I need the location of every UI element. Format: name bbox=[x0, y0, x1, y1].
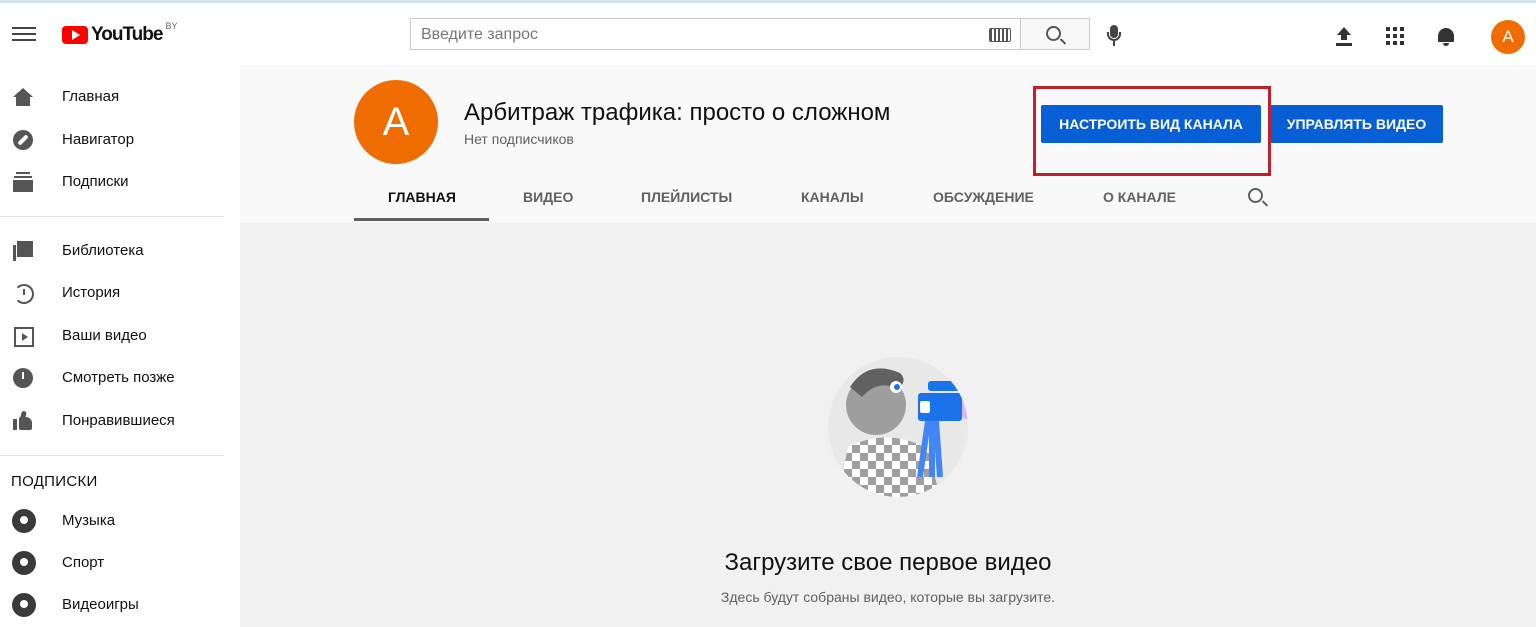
library-icon bbox=[12, 241, 34, 261]
youtube-logo[interactable]: YouTube BY bbox=[62, 21, 178, 47]
sidebar-item-label: Смотреть позже bbox=[62, 369, 175, 386]
upload-icon[interactable] bbox=[1335, 27, 1353, 47]
search-icon bbox=[1248, 188, 1263, 203]
tab-videos[interactable]: ВИДЕО bbox=[523, 189, 573, 205]
logo-region: BY bbox=[165, 21, 178, 31]
channel-search-button[interactable] bbox=[1248, 188, 1266, 206]
subscriptions-icon bbox=[12, 172, 34, 192]
sidebar-item-subscriptions[interactable]: Подписки bbox=[0, 162, 240, 202]
empty-state-title: Загрузите свое первое видео bbox=[724, 549, 1052, 576]
sport-channel-icon bbox=[12, 551, 36, 575]
sidebar-item-label: Библиотека bbox=[62, 242, 144, 259]
youtube-play-icon bbox=[62, 26, 88, 44]
logo-text: YouTube bbox=[91, 24, 163, 45]
masthead: YouTube BY А bbox=[0, 3, 1536, 65]
search-icon bbox=[1046, 26, 1061, 41]
sidebar-subscription-sport[interactable]: Спорт bbox=[0, 543, 240, 583]
sidebar-item-label: Спорт bbox=[62, 554, 105, 571]
main-content: А Арбитраж трафика: просто о сложном Нет… bbox=[240, 65, 1536, 627]
sidebar-item-watch-later[interactable]: Смотреть позже bbox=[0, 358, 240, 398]
sidebar-item-explore[interactable]: Навигатор bbox=[0, 120, 240, 160]
compass-icon bbox=[12, 130, 34, 150]
sidebar-item-history[interactable]: История bbox=[0, 273, 240, 313]
sidebar-item-label: Ваши видео bbox=[62, 327, 147, 344]
sidebar-subscription-music[interactable]: Музыка bbox=[0, 501, 240, 541]
notifications-bell-icon[interactable] bbox=[1437, 25, 1455, 47]
search-bar bbox=[410, 18, 1090, 50]
search-box bbox=[410, 18, 1021, 50]
sidebar-item-home[interactable]: Главная bbox=[0, 77, 240, 117]
sidebar-item-label: Подписки bbox=[62, 173, 129, 190]
account-avatar[interactable]: А bbox=[1491, 20, 1525, 54]
subscriber-count: Нет подписчиков bbox=[464, 131, 574, 147]
tab-discussion[interactable]: ОБСУЖДЕНИЕ bbox=[933, 189, 1034, 205]
tab-channels[interactable]: КАНАЛЫ bbox=[801, 189, 864, 205]
active-tab-indicator bbox=[354, 218, 489, 221]
sidebar-item-your-videos[interactable]: Ваши видео bbox=[0, 316, 240, 356]
sidebar-divider bbox=[0, 216, 224, 217]
channel-title: Арбитраж трафика: просто о сложном bbox=[464, 99, 891, 126]
watch-later-icon bbox=[12, 368, 34, 388]
sidebar-item-label: Понравившиеся bbox=[62, 412, 175, 429]
sidebar-item-label: История bbox=[62, 284, 121, 301]
search-button[interactable] bbox=[1020, 18, 1090, 50]
home-icon bbox=[12, 87, 34, 107]
apps-grid-icon[interactable] bbox=[1386, 27, 1404, 45]
sidebar-subscription-gaming[interactable]: Видеоигры bbox=[0, 585, 240, 625]
sidebar-item-liked[interactable]: Понравившиеся bbox=[0, 401, 240, 441]
sidebar-divider bbox=[0, 455, 224, 456]
history-icon bbox=[12, 283, 34, 304]
empty-state-subtitle: Здесь будут собраны видео, которые вы за… bbox=[720, 589, 1056, 605]
tab-playlists[interactable]: ПЛЕЙЛИСТЫ bbox=[641, 189, 732, 205]
tab-about[interactable]: О КАНАЛЕ bbox=[1103, 189, 1176, 205]
sidebar: Главная Навигатор Подписки Библиотека Ис… bbox=[0, 65, 240, 627]
sidebar-item-label: Главная bbox=[62, 88, 120, 105]
music-channel-icon bbox=[12, 509, 36, 533]
your-videos-icon bbox=[12, 326, 34, 347]
tab-home[interactable]: ГЛАВНАЯ bbox=[388, 189, 456, 205]
menu-icon[interactable] bbox=[12, 23, 36, 43]
subscriptions-heading: ПОДПИСКИ bbox=[11, 473, 98, 490]
videographer-illustration bbox=[828, 357, 968, 497]
microphone-icon[interactable] bbox=[1107, 25, 1121, 47]
sidebar-item-label: Музыка bbox=[62, 512, 116, 529]
channel-header: А Арбитраж трафика: просто о сложном Нет… bbox=[240, 65, 1536, 223]
sidebar-item-library[interactable]: Библиотека bbox=[0, 231, 240, 271]
manage-videos-button[interactable]: УПРАВЛЯТЬ ВИДЕО bbox=[1270, 105, 1443, 143]
gaming-channel-icon bbox=[12, 593, 36, 617]
search-input[interactable] bbox=[419, 24, 983, 46]
thumbs-up-icon bbox=[12, 410, 34, 431]
channel-avatar[interactable]: А bbox=[354, 80, 438, 164]
sidebar-item-label: Навигатор bbox=[62, 131, 135, 148]
customize-channel-button[interactable]: НАСТРОИТЬ ВИД КАНАЛА bbox=[1041, 105, 1261, 143]
keyboard-icon[interactable] bbox=[989, 28, 1011, 42]
sidebar-item-label: Видеоигры bbox=[62, 596, 139, 613]
